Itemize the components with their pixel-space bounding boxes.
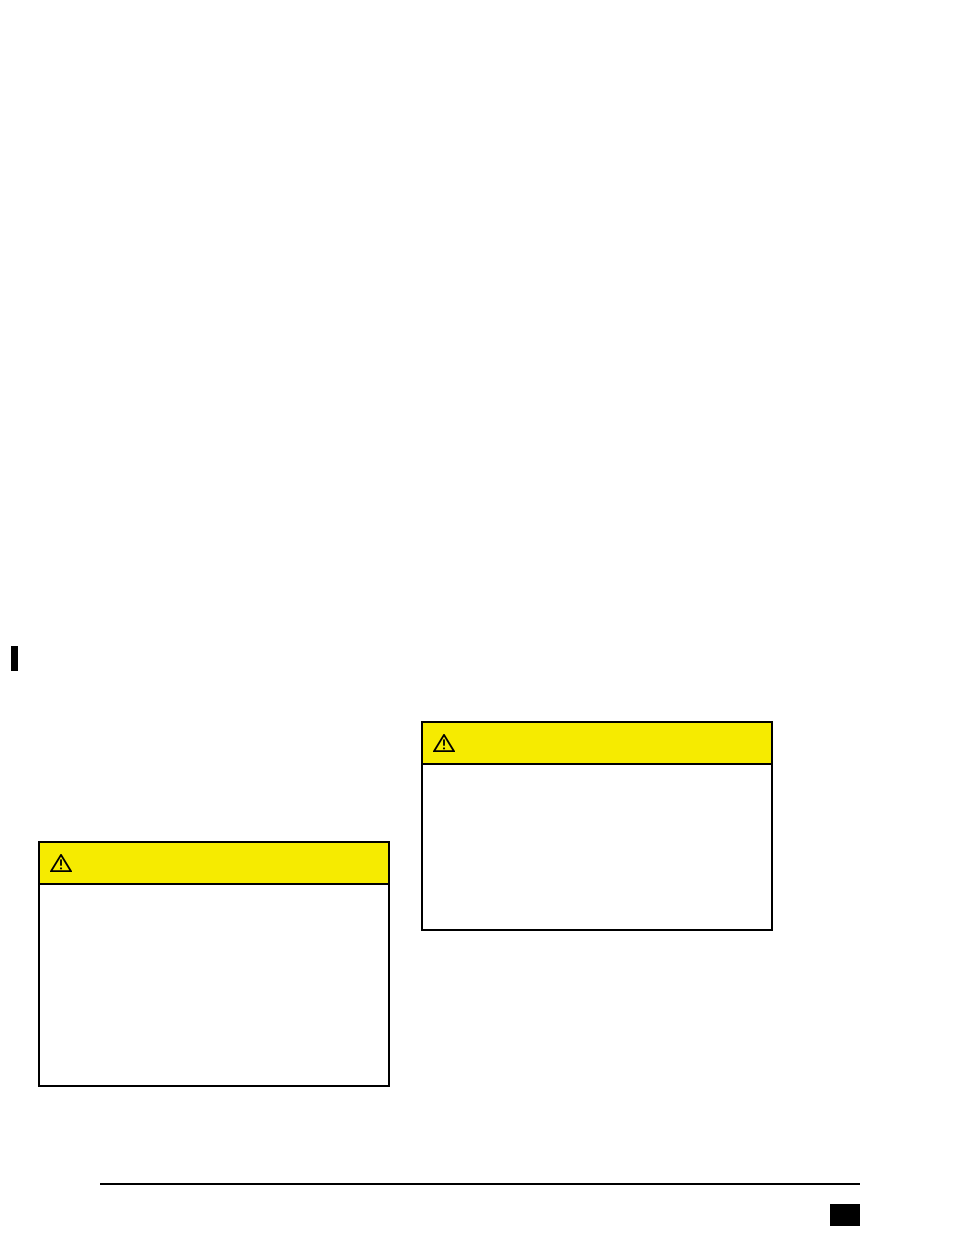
warning-box	[421, 721, 773, 931]
page-number-badge	[830, 1204, 860, 1226]
page	[0, 0, 954, 1235]
warning-box	[38, 841, 390, 1087]
warning-header	[40, 843, 388, 885]
revision-bar	[11, 646, 18, 671]
warning-triangle-icon	[50, 854, 72, 872]
warning-body	[423, 765, 771, 777]
footer-rule	[100, 1183, 860, 1185]
warning-triangle-icon	[433, 734, 455, 752]
warning-body	[40, 885, 388, 897]
warning-header	[423, 723, 771, 765]
